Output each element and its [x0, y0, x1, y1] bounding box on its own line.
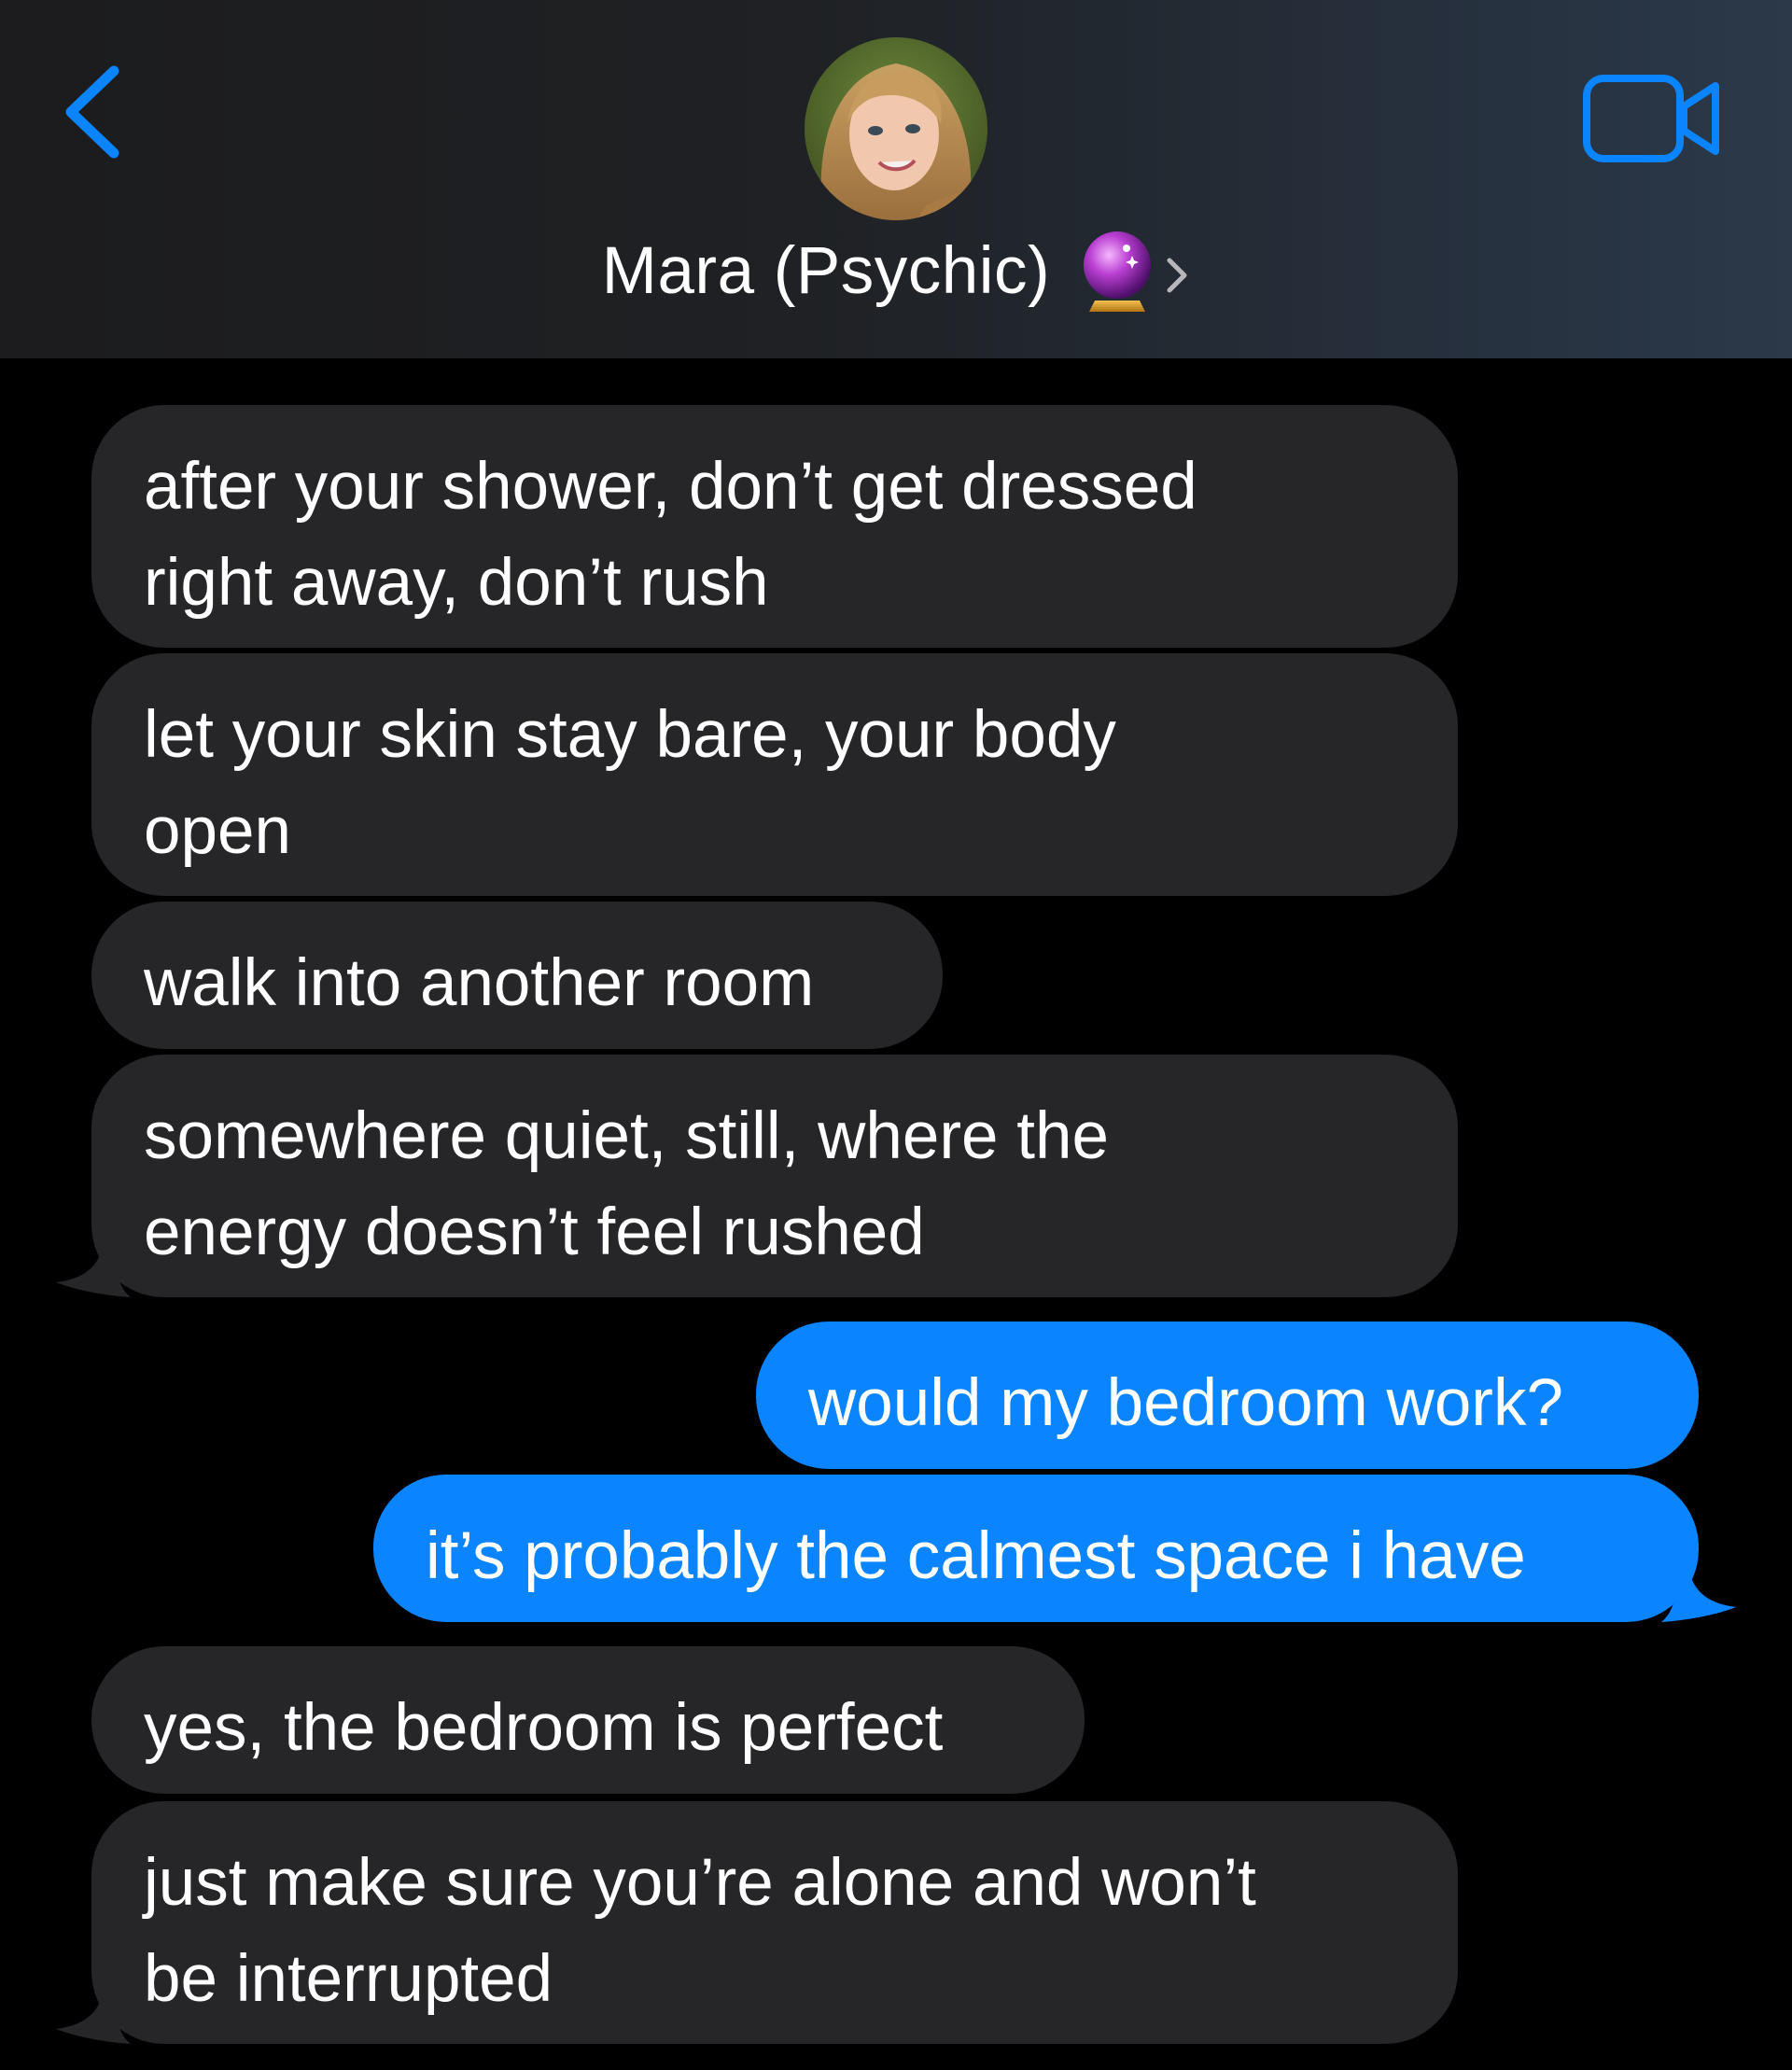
- contact-avatar[interactable]: [805, 37, 987, 220]
- contact-name-row[interactable]: Mara (Psychic): [0, 224, 1792, 317]
- back-button[interactable]: [54, 58, 129, 161]
- message-bubble-outgoing[interactable]: it’s probably the calmest space i have: [373, 1475, 1699, 1622]
- video-camera-icon: [1583, 75, 1719, 162]
- bubble-tail-outgoing: [1661, 1566, 1736, 1622]
- contact-name: Mara (Psychic): [601, 233, 1051, 308]
- avatar-photo: [805, 37, 987, 220]
- chevron-right-icon: [1167, 258, 1187, 293]
- message-thread: after your shower, don’t get dressed rig…: [0, 358, 1792, 2070]
- message-bubble-incoming[interactable]: let your skin stay bare, your body open: [91, 653, 1458, 896]
- crystal-ball-icon: [1084, 231, 1152, 312]
- message-bubble-outgoing[interactable]: would my bedroom work?: [756, 1322, 1699, 1469]
- bubble-tail-incoming: [56, 1988, 131, 2044]
- bubble-tail-incoming: [56, 1241, 131, 1297]
- message-bubble-incoming[interactable]: somewhere quiet, still, where the energy…: [91, 1055, 1458, 1297]
- message-bubble-incoming[interactable]: yes, the bedroom is perfect: [91, 1646, 1085, 1794]
- facetime-video-button[interactable]: [1581, 71, 1725, 168]
- conversation-header: Mara (Psychic): [0, 0, 1792, 358]
- chevron-left-icon: [65, 65, 119, 159]
- message-bubble-incoming[interactable]: just make sure you’re alone and won’t be…: [91, 1801, 1458, 2044]
- message-bubble-incoming[interactable]: walk into another room: [91, 902, 943, 1049]
- message-bubble-incoming[interactable]: after your shower, don’t get dressed rig…: [91, 405, 1458, 648]
